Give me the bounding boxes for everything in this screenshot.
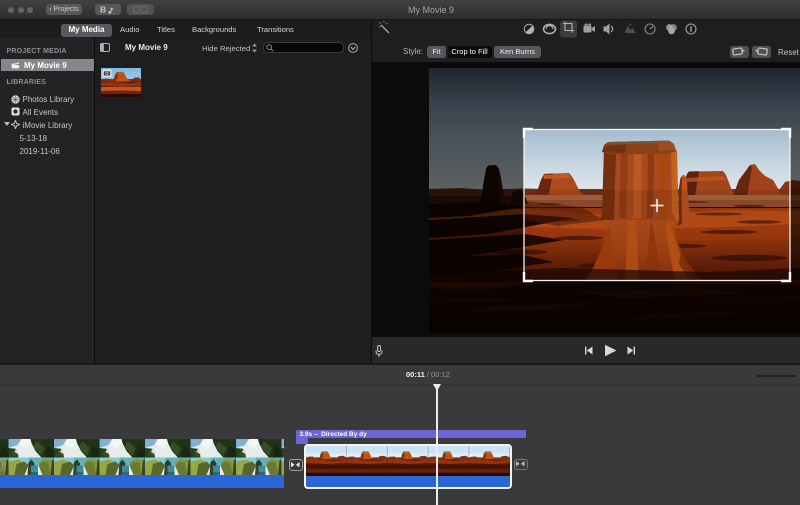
svg-text:B: B	[100, 5, 106, 14]
